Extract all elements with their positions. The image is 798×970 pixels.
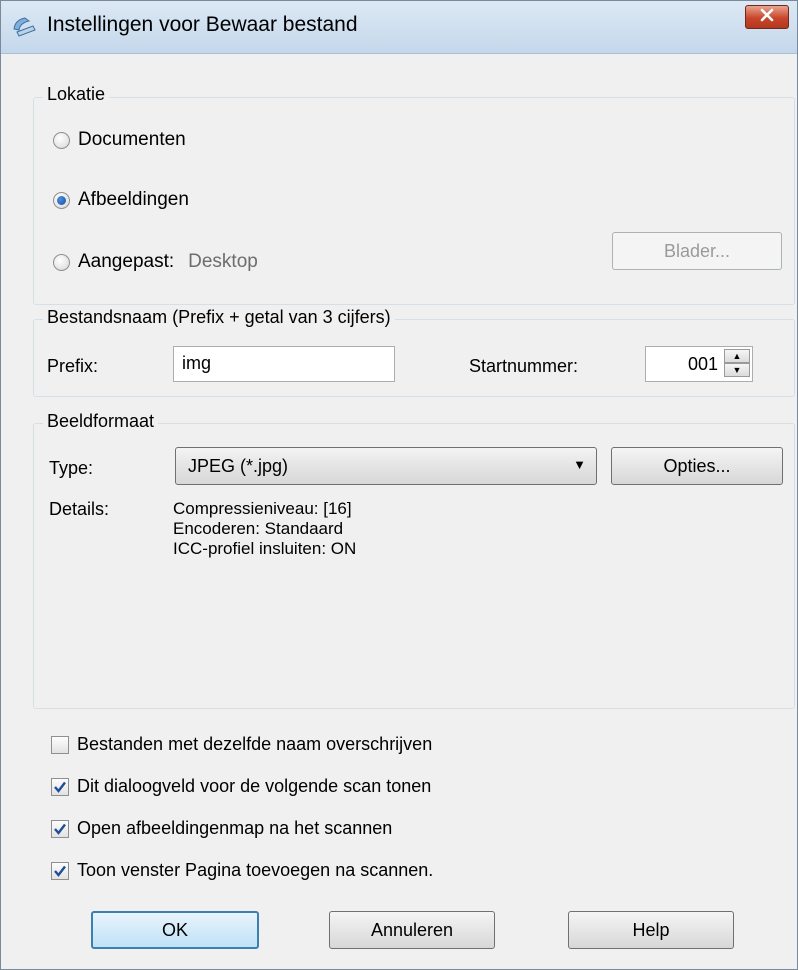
radio-custom-label: Aangepast: [78,251,175,272]
show-dialog-checkbox-row[interactable]: Dit dialoogveld voor de volgende scan to… [51,776,431,797]
type-label: Type: [49,458,94,478]
open-folder-checkbox[interactable] [51,819,69,838]
stepper-arrows[interactable]: ▲ ▼ [724,349,750,379]
check-icon [54,823,66,835]
overwrite-checkbox[interactable] [51,735,69,754]
radio-button-selected[interactable] [53,191,70,209]
close-icon [759,6,775,28]
close-button[interactable] [745,5,789,29]
location-legend: Lokatie [43,84,110,105]
title-bar: Instellingen voor Bewaar bestand [1,1,797,54]
scanner-app-icon [11,15,37,39]
details-line: Compressieniveau: [16] [173,499,352,518]
details-text: Compressieniveau: [16] Encoderen: Standa… [173,499,356,559]
ok-button[interactable]: OK [91,911,259,949]
radio-button[interactable] [53,131,70,149]
overwrite-checkbox-row[interactable]: Bestanden met dezelfde naam overschrijve… [51,734,432,755]
show-dialog-checkbox[interactable] [51,777,69,796]
start-number-label: Startnummer: [469,356,579,376]
add-page-label: Toon venster Pagina toevoegen na scannen… [77,860,434,880]
start-number-value: 001 [687,354,718,374]
open-folder-checkbox-row[interactable]: Open afbeeldingenmap na het scannen [51,818,392,839]
overwrite-label: Bestanden met dezelfde naam overschrijve… [77,734,433,754]
custom-path: Desktop [188,251,258,272]
prefix-label: Prefix: [47,356,99,376]
options-button[interactable]: Opties... [611,447,783,485]
radio-documents[interactable]: Documenten [53,129,186,151]
radio-pictures[interactable]: Afbeeldingen [53,189,189,211]
filename-legend: Bestandsnaam (Prefix + getal van 3 cijfe… [43,307,395,328]
format-legend: Beeldformaat [43,411,159,432]
type-select[interactable]: JPEG (*.jpg) ▼ [175,447,597,485]
save-settings-dialog: Instellingen voor Bewaar bestand Lokatie… [0,0,798,970]
details-line: Encoderen: Standaard [173,519,344,538]
chevron-down-icon[interactable]: ▼ [724,363,750,377]
details-line: ICC-profiel insluiten: ON [173,539,357,558]
check-icon [54,781,66,793]
chevron-up-icon[interactable]: ▲ [724,349,750,363]
start-number-stepper[interactable]: 001 ▲ ▼ [645,346,753,382]
browse-button[interactable]: Blader... [612,232,782,270]
chevron-down-icon: ▼ [573,457,586,472]
radio-pictures-label: Afbeeldingen [78,189,189,210]
show-dialog-label: Dit dialoogveld voor de volgende scan to… [77,776,432,796]
check-icon [54,865,66,877]
open-folder-label: Open afbeeldingenmap na het scannen [77,818,393,838]
help-button[interactable]: Help [568,911,734,949]
type-value: JPEG (*.jpg) [188,456,289,476]
add-page-checkbox[interactable] [51,861,69,880]
add-page-checkbox-row[interactable]: Toon venster Pagina toevoegen na scannen… [51,860,433,881]
window-title: Instellingen voor Bewaar bestand [47,13,358,36]
cancel-button[interactable]: Annuleren [329,911,495,949]
radio-custom[interactable]: Aangepast: Desktop [53,251,258,273]
radio-documents-label: Documenten [78,129,186,150]
radio-button[interactable] [53,253,70,271]
prefix-input[interactable]: img [173,346,395,382]
details-label: Details: [49,499,110,519]
